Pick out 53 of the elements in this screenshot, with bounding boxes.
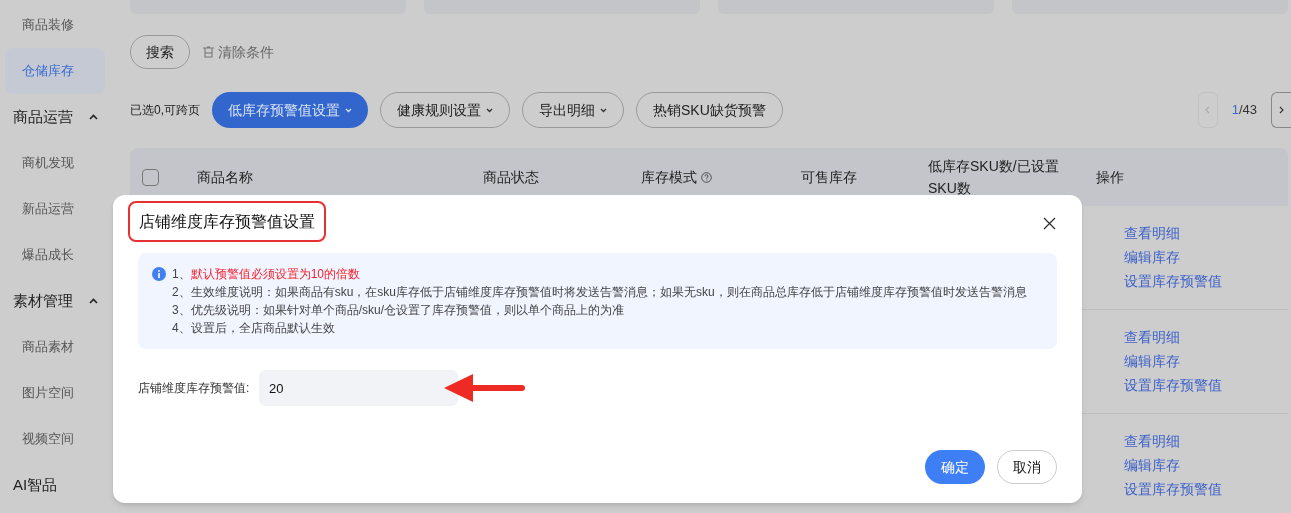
sidebar-item[interactable]: 商品素材 — [5, 324, 105, 370]
next-page-button[interactable] — [1271, 92, 1291, 128]
toolbar-button[interactable]: 低库存预警值设置 — [212, 92, 368, 128]
sidebar-item[interactable]: 爆品成长 — [5, 232, 105, 278]
action-link[interactable]: 设置库存预警值 — [1124, 375, 1222, 396]
select-all-checkbox[interactable] — [142, 168, 159, 186]
info-line: 3、优先级说明：如果针对单个商品/sku/仓设置了库存预警值，则以单个商品上的为准 — [172, 302, 626, 319]
action-link[interactable]: 查看明细 — [1124, 431, 1180, 452]
caret-up-icon — [89, 114, 98, 120]
close-icon — [1042, 216, 1056, 230]
action-link[interactable]: 查看明细 — [1124, 327, 1180, 348]
sidebar-item[interactable]: 新品运营 — [5, 186, 105, 232]
trash-icon — [202, 46, 215, 58]
action-link[interactable]: 编辑库存 — [1124, 351, 1180, 372]
sidebar-group[interactable]: 商品运营 — [0, 94, 110, 140]
column-header: 操作 — [1096, 167, 1124, 187]
caret-down-icon — [345, 107, 352, 113]
selection-count: 已选0,可跨页 — [130, 102, 200, 119]
action-link[interactable]: 查看明细 — [1124, 223, 1180, 244]
caret-down-icon — [486, 107, 493, 113]
action-link[interactable]: 编辑库存 — [1124, 247, 1180, 268]
info-line: 4、设置后，全店商品默认生效 — [172, 320, 336, 337]
chevron-left-icon — [1205, 106, 1211, 114]
info-line: 2、生效维度说明：如果商品有sku，在sku库存低于店铺维度库存预警值时将发送告警消息；如果无sku，则在商品总库存低于店铺维度库存预警值时发送告警消息 — [172, 284, 1027, 301]
info-line: 1、默认预警值必须设置为10的倍数 — [172, 266, 362, 283]
caret-up-icon — [89, 298, 98, 304]
threshold-input[interactable]: 20 — [259, 370, 458, 406]
info-icon — [152, 267, 166, 281]
help-icon[interactable] — [701, 171, 712, 183]
column-header: 低库存SKU数/已设置SKU数 — [928, 157, 1060, 198]
sidebar-item[interactable]: 仓储库存 — [5, 48, 105, 94]
field-label: 店铺维度库存预警值: — [138, 380, 251, 397]
column-header: 商品名称 — [197, 167, 253, 187]
sidebar-item[interactable]: 视频空间 — [5, 416, 105, 462]
column-header: 库存模式 — [641, 167, 697, 187]
close-button[interactable] — [1042, 216, 1056, 230]
action-link[interactable]: 设置库存预警值 — [1124, 271, 1222, 292]
sidebar-group[interactable]: 素材管理 — [0, 278, 110, 324]
action-link[interactable]: 编辑库存 — [1124, 455, 1180, 476]
confirm-button[interactable]: 确定 — [925, 450, 985, 484]
action-link[interactable]: 设置库存预警值 — [1124, 479, 1222, 500]
sidebar-group[interactable]: AI智品 — [0, 462, 110, 508]
cancel-button[interactable]: 取消 — [997, 450, 1057, 484]
column-header: 可售库存 — [801, 167, 857, 187]
caret-down-icon — [600, 107, 607, 113]
sidebar-item[interactable]: 商机发现 — [5, 140, 105, 186]
clear-conditions-button[interactable]: 清除条件 — [202, 41, 274, 63]
sidebar-item[interactable]: 图片空间 — [5, 370, 105, 416]
sidebar-item[interactable]: 商品装修 — [5, 2, 105, 48]
page-indicator: 1/43 — [1231, 101, 1257, 120]
column-header: 商品状态 — [483, 167, 539, 187]
dialog-title: 店铺维度库存预警值设置 — [128, 201, 326, 242]
chevron-right-icon — [1279, 106, 1284, 114]
